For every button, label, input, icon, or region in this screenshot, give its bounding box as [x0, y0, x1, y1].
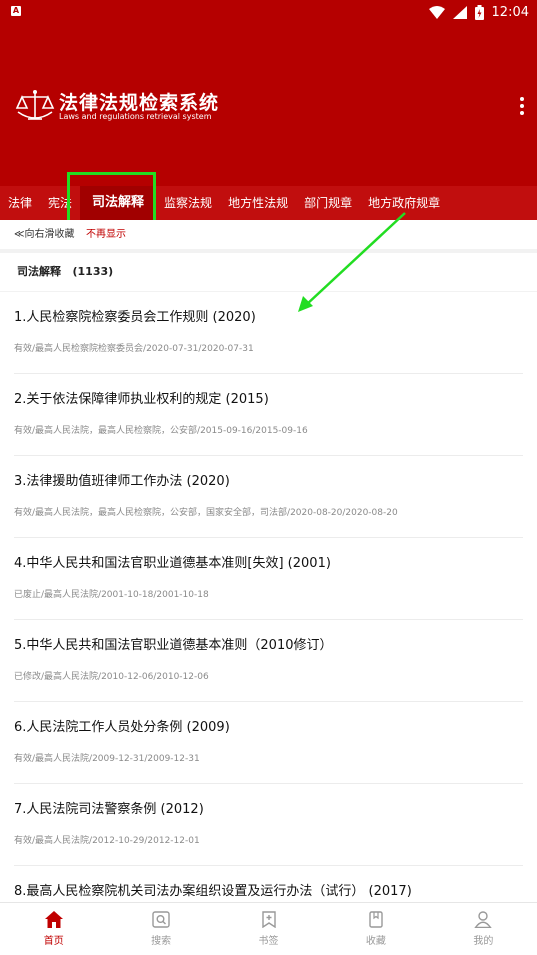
- wifi-icon: [428, 5, 445, 19]
- list-item-title: 4.中华人民共和国法官职业道德基本准则[失效] (2001): [14, 556, 331, 571]
- home-icon: [44, 911, 63, 928]
- list-item-meta: 有效/最高人民检察院检察委员会/2020-07-31/2020-07-31: [14, 344, 254, 354]
- swipe-hint-text: ≪向右滑收藏: [14, 229, 75, 240]
- list-item-meta: 有效/最高人民法院，最高人民检察院，公安部/2015-09-16/2015-09…: [14, 426, 308, 436]
- nav-search-label: 搜索: [151, 936, 172, 947]
- regulation-list: 1.人民检察院检察委员会工作规则 (2020) 有效/最高人民检察院检察委员会/…: [0, 292, 537, 902]
- section-header: 司法解释 (1133): [0, 253, 537, 291]
- list-item-title: 1.人民检察院检察委员会工作规则 (2020): [14, 310, 256, 325]
- more-options-icon[interactable]: [517, 94, 527, 120]
- search-icon: [152, 911, 170, 928]
- list-item[interactable]: 8.最高人民检察院机关司法办案组织设置及运行办法（试行） (2017): [14, 866, 523, 902]
- nav-bookmark-label: 书签: [258, 936, 279, 947]
- section-count: (1133): [72, 265, 114, 278]
- favorites-icon: [369, 911, 383, 928]
- tab-department-rules[interactable]: 部门规章: [296, 186, 360, 220]
- nav-home-label: 首页: [43, 936, 64, 947]
- list-item-title: 2.关于依法保障律师执业权利的规定 (2015): [14, 392, 269, 407]
- app-title: 法律法规检索系统: [59, 92, 220, 114]
- nav-home[interactable]: 首页: [0, 903, 107, 955]
- list-item[interactable]: 1.人民检察院检察委员会工作规则 (2020) 有效/最高人民检察院检察委员会/…: [14, 292, 523, 374]
- bookmark-icon: [261, 911, 276, 928]
- battery-icon: [474, 4, 484, 20]
- list-item-title: 8.最高人民检察院机关司法办案组织设置及运行办法（试行） (2017): [14, 884, 412, 899]
- app-subtitle: Laws and regulations retrieval system: [59, 112, 212, 121]
- status-bar: A 12:04: [0, 0, 537, 24]
- list-item-title: 6.人民法院工作人员处分条例 (2009): [14, 720, 230, 735]
- swipe-hint-bar: ≪向右滑收藏 不再显示: [0, 220, 537, 249]
- list-item-meta: 有效/最高人民法院/2009-12-31/2009-12-31: [14, 754, 200, 764]
- nav-profile[interactable]: 我的: [430, 903, 537, 955]
- user-icon: [474, 911, 493, 928]
- app-header: 法律法规检索系统 Laws and regulations retrieval …: [0, 24, 537, 186]
- justice-scale-logo: [15, 90, 55, 120]
- list-item[interactable]: 5.中华人民共和国法官职业道德基本准则（2010修订） 已修改/最高人民法院/2…: [14, 620, 523, 702]
- tab-supervision-regulations[interactable]: 监察法规: [156, 186, 220, 220]
- tab-law[interactable]: 法律: [0, 186, 40, 220]
- list-item[interactable]: 7.人民法院司法警察条例 (2012) 有效/最高人民法院/2012-10-29…: [14, 784, 523, 866]
- list-item[interactable]: 6.人民法院工作人员处分条例 (2009) 有效/最高人民法院/2009-12-…: [14, 702, 523, 784]
- clock: 12:04: [491, 4, 529, 20]
- list-item-title: 5.中华人民共和国法官职业道德基本准则（2010修订）: [14, 638, 333, 653]
- tab-local-regulations[interactable]: 地方性法规: [220, 186, 296, 220]
- notification-icon: A: [11, 6, 21, 16]
- dismiss-hint-link[interactable]: 不再显示: [86, 220, 126, 249]
- section-title: 司法解释: [17, 265, 61, 278]
- list-item-meta: 有效/最高人民法院/2012-10-29/2012-12-01: [14, 836, 200, 846]
- tab-local-government-rules[interactable]: 地方政府规章: [360, 186, 448, 220]
- nav-profile-label: 我的: [473, 936, 494, 947]
- list-item[interactable]: 4.中华人民共和国法官职业道德基本准则[失效] (2001) 已废止/最高人民法…: [14, 538, 523, 620]
- list-item[interactable]: 3.法律援助值班律师工作办法 (2020) 有效/最高人民法院，最高人民检察院，…: [14, 456, 523, 538]
- list-item-meta: 已废止/最高人民法院/2001-10-18/2001-10-18: [14, 590, 209, 600]
- signal-icon: [452, 5, 467, 19]
- list-item-meta: 有效/最高人民法院，最高人民检察院，公安部，国家安全部，司法部/2020-08-…: [14, 508, 398, 518]
- bottom-navigation: 首页 搜索 书签 收藏 我的: [0, 902, 537, 955]
- list-item-meta: 已修改/最高人民法院/2010-12-06/2010-12-06: [14, 672, 209, 682]
- nav-search[interactable]: 搜索: [107, 903, 214, 955]
- nav-favorites[interactable]: 收藏: [322, 903, 429, 955]
- nav-bookmark[interactable]: 书签: [215, 903, 322, 955]
- annotation-highlight-box: [67, 172, 156, 225]
- list-item-title: 3.法律援助值班律师工作办法 (2020): [14, 474, 230, 489]
- list-item[interactable]: 2.关于依法保障律师执业权利的规定 (2015) 有效/最高人民法院，最高人民检…: [14, 374, 523, 456]
- list-item-title: 7.人民法院司法警察条例 (2012): [14, 802, 204, 817]
- nav-favorites-label: 收藏: [365, 936, 386, 947]
